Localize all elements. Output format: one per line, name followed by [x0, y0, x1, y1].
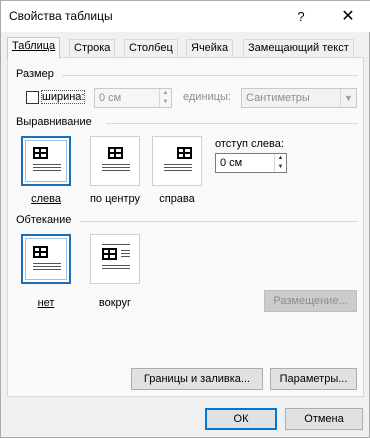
- indent-label: отступ слева:: [215, 138, 284, 150]
- tab-cell[interactable]: Ячейка: [186, 39, 234, 58]
- text-line: [164, 167, 192, 168]
- size-separator: [62, 75, 358, 76]
- text-line: [102, 164, 130, 165]
- align-left-label: слева: [21, 193, 71, 205]
- width-spinner-arrows[interactable]: ▲ ▼: [159, 89, 171, 107]
- wrap-none-label: нет: [21, 297, 71, 309]
- ok-button[interactable]: ОК: [205, 408, 277, 430]
- align-left-text: слева: [31, 193, 61, 205]
- indent-value: 0 см: [220, 157, 243, 169]
- borders-shading-button[interactable]: Границы и заливка...: [131, 368, 263, 390]
- wrap-around-option[interactable]: [90, 234, 140, 284]
- text-line: [121, 253, 130, 254]
- text-line: [33, 164, 61, 165]
- cancel-button[interactable]: Отмена: [285, 408, 363, 430]
- positioning-button[interactable]: Размещение...: [264, 290, 357, 312]
- table-right-icon: [177, 147, 192, 159]
- indent-spinner[interactable]: 0 см ▲ ▼: [215, 153, 287, 173]
- text-line: [33, 266, 61, 267]
- tab-column[interactable]: Столбец: [124, 39, 178, 58]
- text-line: [33, 167, 61, 168]
- close-button[interactable]: ✕: [331, 1, 365, 32]
- wrap-around-label: вокруг: [98, 297, 132, 309]
- dialog-title: Свойства таблицы: [9, 9, 113, 23]
- text-line: [121, 250, 130, 251]
- units-value: Сантиметры: [246, 92, 310, 104]
- units-label: единицы:: [183, 91, 231, 103]
- text-line: [121, 256, 130, 257]
- title-bar: Свойства таблицы ? ✕: [1, 1, 370, 32]
- width-checkbox[interactable]: [26, 91, 39, 104]
- size-heading: Размер: [16, 68, 54, 80]
- text-line: [33, 170, 61, 171]
- chevron-down-icon: ▼: [340, 89, 356, 107]
- selection-outline: [25, 238, 67, 280]
- text-line: [102, 244, 130, 245]
- spin-up-icon: ▲: [162, 90, 169, 96]
- options-button[interactable]: Параметры...: [270, 368, 357, 390]
- help-button[interactable]: ?: [284, 1, 318, 32]
- wrapping-separator: [80, 221, 358, 222]
- table-wrap-icon: [102, 248, 117, 260]
- text-line: [33, 269, 61, 270]
- spin-down-icon: ▼: [277, 164, 284, 170]
- text-line: [102, 167, 130, 168]
- wrap-none-option[interactable]: [21, 234, 71, 284]
- text-line: [102, 170, 130, 171]
- tab-table[interactable]: Таблица: [7, 37, 61, 59]
- alignment-separator: [106, 123, 358, 124]
- text-line: [102, 265, 130, 266]
- alignment-heading: Выравнивание: [16, 116, 92, 128]
- align-left-option[interactable]: [21, 136, 71, 186]
- align-center-label: по центру: [89, 193, 141, 205]
- table-nowrap-icon: [33, 246, 48, 258]
- table-tab-panel: Размер ширина: 0 см ▲ ▼ единицы: Сантиме…: [7, 57, 364, 397]
- wrapping-heading: Обтекание: [16, 214, 72, 226]
- align-center-option[interactable]: [90, 136, 140, 186]
- width-value: 0 см: [99, 92, 122, 104]
- align-right-option[interactable]: [152, 136, 202, 186]
- text-line: [102, 268, 130, 269]
- tab-table-label: Таблица: [12, 40, 56, 52]
- text-line: [164, 164, 192, 165]
- tab-alt-text[interactable]: Замещающий текст: [243, 39, 354, 58]
- wrap-none-text: нет: [37, 297, 55, 309]
- text-line: [164, 170, 192, 171]
- spin-up-icon: ▲: [277, 155, 284, 161]
- table-center-icon: [108, 147, 123, 159]
- width-spinner[interactable]: 0 см ▲ ▼: [94, 88, 172, 108]
- indent-spinner-arrows[interactable]: ▲ ▼: [274, 154, 286, 172]
- width-checkbox-label: ширина:: [40, 90, 86, 104]
- align-right-label: справа: [159, 193, 195, 205]
- text-line: [33, 263, 61, 264]
- table-properties-dialog: Свойства таблицы ? ✕ Таблица Строка Стол…: [0, 0, 370, 438]
- table-left-icon: [33, 147, 48, 159]
- units-select[interactable]: Сантиметры ▼: [241, 88, 357, 108]
- tab-row[interactable]: Строка: [69, 39, 116, 58]
- spin-down-icon: ▼: [162, 99, 169, 105]
